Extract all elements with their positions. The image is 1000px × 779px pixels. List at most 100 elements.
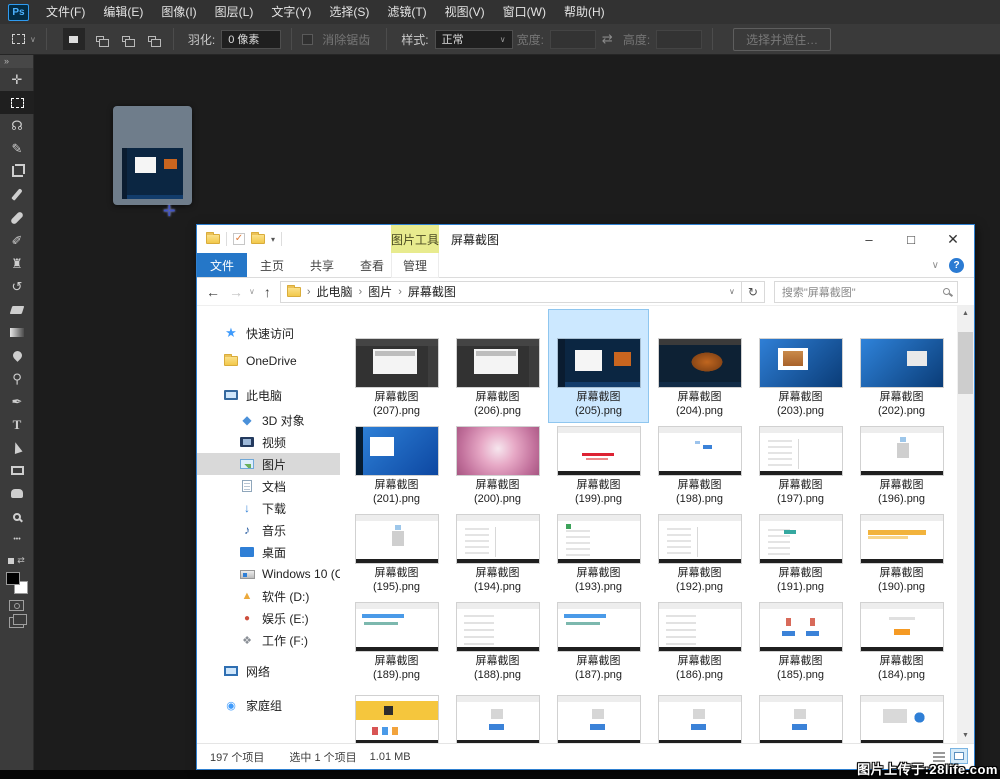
style-dropdown[interactable]: 正常 ∨	[435, 30, 513, 49]
subtract-from-selection-button[interactable]	[115, 28, 137, 50]
sidebar-item-quick-access-star[interactable]: ★快速访问	[197, 319, 340, 347]
menubar-item[interactable]: 文字(Y)	[262, 0, 320, 24]
hand-tool[interactable]	[0, 482, 34, 505]
scroll-down-button[interactable]: ▼	[957, 728, 974, 743]
sidebar-item-drive-d[interactable]: ▲软件 (D:)	[197, 585, 340, 607]
scrollbar-thumb[interactable]	[958, 332, 973, 394]
breadcrumb-item[interactable]: 屏幕截图	[408, 283, 456, 300]
file-item[interactable]: 屏幕截图 (197).png	[751, 422, 850, 510]
dodge-tool[interactable]: ⚲	[0, 367, 34, 390]
tab-管理[interactable]: 管理	[391, 253, 439, 278]
sidebar-item-drive-e[interactable]: ●娱乐 (E:)	[197, 607, 340, 629]
forward-button[interactable]: →	[229, 284, 243, 300]
width-input[interactable]	[550, 30, 596, 49]
sidebar-item-3d-objects[interactable]: ◆3D 对象	[197, 409, 340, 431]
file-item[interactable]: 屏幕截图 (191).png	[751, 510, 850, 598]
healing-brush-tool[interactable]	[0, 206, 34, 229]
sidebar-item-music[interactable]: ♪音乐	[197, 519, 340, 541]
file-item[interactable]: 屏幕截图 (198).png	[650, 422, 749, 510]
file-item[interactable]: 屏幕截图 (192).png	[650, 510, 749, 598]
file-item[interactable]	[650, 686, 749, 743]
file-item[interactable]: 屏幕截图 (201).png	[347, 422, 446, 510]
path-selection-tool[interactable]	[0, 436, 34, 459]
file-item[interactable]: 屏幕截图 (193).png	[549, 510, 648, 598]
file-list-area[interactable]: 屏幕截图 (207).png屏幕截图 (206).png屏幕截图 (205).p…	[340, 306, 957, 743]
type-tool[interactable]: T	[0, 413, 34, 436]
file-item[interactable]	[549, 686, 648, 743]
collapse-ribbon-chevron-icon[interactable]: ∨	[932, 260, 939, 271]
file-item[interactable]: 屏幕截图 (188).png	[448, 598, 547, 686]
tab-共享[interactable]: 共享	[297, 253, 347, 277]
file-item[interactable]: 屏幕截图 (204).png	[650, 310, 749, 422]
tab-主页[interactable]: 主页	[247, 253, 297, 277]
file-item[interactable]	[347, 686, 446, 743]
quick-mask-mode-button[interactable]	[9, 600, 24, 611]
color-swatches[interactable]	[5, 572, 29, 594]
scroll-up-button[interactable]: ▲	[957, 306, 974, 321]
menubar-item[interactable]: 滤镜(T)	[378, 0, 435, 24]
rectangular-marquee-tool[interactable]	[0, 91, 34, 114]
screen-mode-button[interactable]	[9, 617, 24, 628]
explorer-titlebar[interactable]: ✓ ▾ 图片工具 屏幕截图 – □ ✕	[197, 225, 974, 253]
file-item[interactable]: 屏幕截图 (205).png	[549, 310, 648, 422]
minimize-button[interactable]: –	[848, 225, 890, 253]
file-item[interactable]: 屏幕截图 (207).png	[347, 310, 446, 422]
scrollbar[interactable]: ▲ ▼	[957, 306, 974, 743]
sidebar-item-downloads[interactable]: ↓下载	[197, 497, 340, 519]
file-item[interactable]: 屏幕截图 (184).png	[852, 598, 951, 686]
file-item[interactable]: 屏幕截图 (202).png	[852, 310, 951, 422]
sidebar-item-videos[interactable]: 视频	[197, 431, 340, 453]
add-to-selection-button[interactable]	[89, 28, 111, 50]
address-breadcrumb-bar[interactable]: ›此电脑›图片›屏幕截图 ∨	[280, 281, 742, 303]
menubar-item[interactable]: 选择(S)	[320, 0, 378, 24]
antialias-checkbox[interactable]	[302, 34, 313, 45]
breadcrumb-item[interactable]: 此电脑	[317, 283, 353, 300]
tool-preset-picker[interactable]: ∨	[12, 34, 36, 44]
address-dropdown-icon[interactable]: ∨	[729, 287, 735, 296]
sidebar-item-this-pc-monitor[interactable]: 此电脑	[197, 381, 340, 409]
zoom-tool[interactable]	[0, 505, 34, 528]
menubar-item[interactable]: 窗口(W)	[494, 0, 555, 24]
eraser-tool[interactable]	[0, 298, 34, 321]
file-item[interactable]: 屏幕截图 (189).png	[347, 598, 446, 686]
file-item[interactable]	[852, 686, 951, 743]
collapse-panel-button[interactable]: »	[0, 55, 33, 68]
history-brush-tool[interactable]: ↺	[0, 275, 34, 298]
new-folder-icon[interactable]	[251, 234, 265, 244]
shape-tool[interactable]	[0, 459, 34, 482]
file-item[interactable]: 屏幕截图 (200).png	[448, 422, 547, 510]
menubar-item[interactable]: 文件(F)	[37, 0, 94, 24]
sidebar-item-homegroup[interactable]: ◉家庭组	[197, 691, 340, 719]
folder-icon[interactable]	[206, 234, 220, 244]
menubar-item[interactable]: 图层(L)	[206, 0, 263, 24]
feather-input[interactable]: 0 像素	[221, 30, 281, 49]
history-dropdown-icon[interactable]: ∨	[249, 287, 255, 296]
properties-check-icon[interactable]: ✓	[233, 233, 245, 245]
file-item[interactable]: 屏幕截图 (185).png	[751, 598, 850, 686]
file-item[interactable]: 屏幕截图 (195).png	[347, 510, 446, 598]
back-button[interactable]: ←	[206, 284, 220, 300]
refresh-button[interactable]: ↻	[742, 281, 765, 303]
new-selection-button[interactable]	[63, 28, 85, 50]
customize-qat-chevron-icon[interactable]: ▾	[271, 235, 275, 244]
sidebar-item-pictures[interactable]: 图片	[197, 453, 340, 475]
gradient-tool[interactable]	[0, 321, 34, 344]
sidebar-item-drive-f[interactable]: ❖工作 (F:)	[197, 629, 340, 651]
more-tools-ellipsis[interactable]: •••	[0, 528, 34, 551]
sidebar-item-desktop[interactable]: 桌面	[197, 541, 340, 563]
search-icon[interactable]	[943, 288, 950, 295]
menubar-item[interactable]: 图像(I)	[152, 0, 205, 24]
foreground-color-swatch[interactable]	[6, 572, 20, 585]
menubar-item[interactable]: 视图(V)	[436, 0, 494, 24]
sidebar-item-documents[interactable]: 文档	[197, 475, 340, 497]
sidebar-item-onedrive-folder[interactable]: OneDrive	[197, 347, 340, 375]
file-item[interactable]: 屏幕截图 (196).png	[852, 422, 951, 510]
help-icon[interactable]: ?	[949, 258, 964, 273]
menubar-item[interactable]: 编辑(E)	[94, 0, 152, 24]
file-item[interactable]	[751, 686, 850, 743]
maximize-button[interactable]: □	[890, 225, 932, 253]
up-button[interactable]: ↑	[264, 284, 271, 300]
file-item[interactable]: 屏幕截图 (187).png	[549, 598, 648, 686]
file-item[interactable]: 屏幕截图 (190).png	[852, 510, 951, 598]
intersect-selection-button[interactable]	[141, 28, 163, 50]
